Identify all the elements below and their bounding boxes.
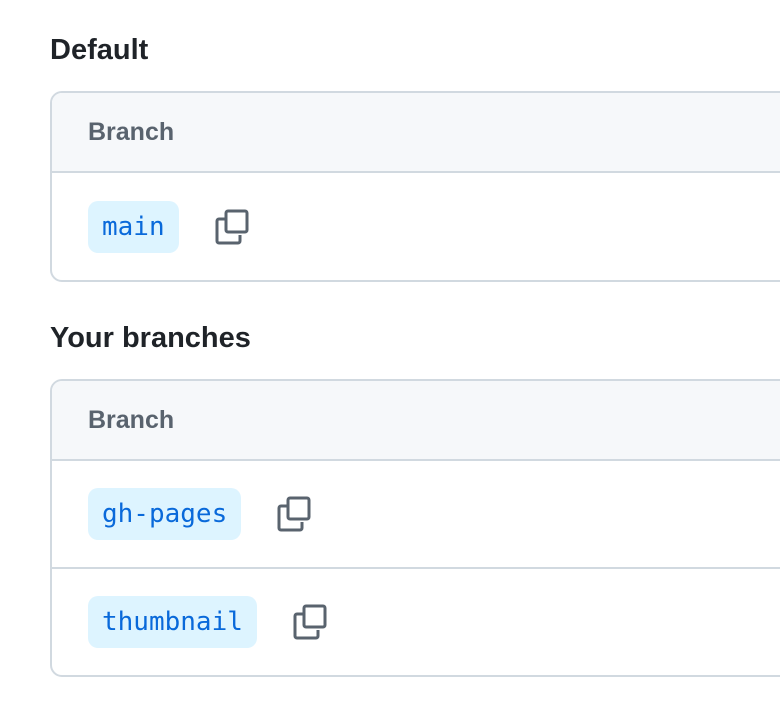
- branch-row: gh-pages: [52, 461, 780, 567]
- branch-link-main[interactable]: main: [88, 200, 179, 253]
- copy-branch-name-button[interactable]: [291, 603, 329, 641]
- default-section: Default Branch main: [50, 32, 780, 282]
- copy-branch-name-button[interactable]: [213, 208, 251, 246]
- your-branches-box: Branch gh-pages thumbnail: [50, 379, 780, 677]
- copy-icon: [277, 496, 311, 532]
- section-title-default: Default: [50, 34, 149, 66]
- copy-icon: [293, 604, 327, 640]
- copy-icon: [215, 209, 249, 244]
- branch-row: main: [52, 173, 780, 280]
- copy-branch-name-button[interactable]: [275, 495, 313, 533]
- branch-link-gh-pages[interactable]: gh-pages: [88, 488, 242, 540]
- section-title-your-branches: Your branches: [50, 322, 251, 354]
- column-header-branch: Branch: [52, 93, 780, 173]
- default-branches-box: Branch main: [50, 91, 780, 282]
- branch-link-thumbnail[interactable]: thumbnail: [88, 596, 257, 648]
- branch-row: thumbnail: [52, 567, 780, 675]
- your-branches-section: Your branches Branch gh-pages thumbnail: [50, 320, 780, 677]
- column-header-branch: Branch: [52, 381, 780, 461]
